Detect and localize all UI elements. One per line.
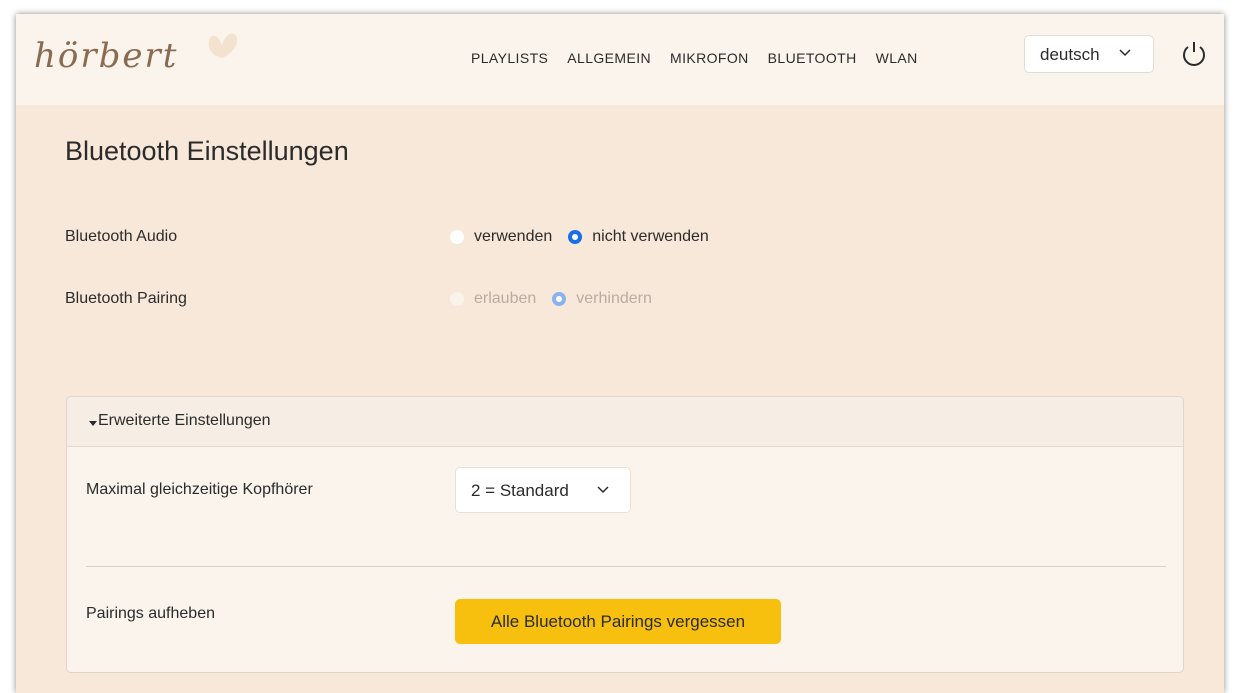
power-icon[interactable] — [1179, 39, 1209, 69]
max-headphones-label: Maximal gleichzeitige Kopfhörer — [86, 481, 313, 498]
radio-verwenden-label[interactable]: verwenden — [474, 228, 552, 246]
nav-wlan[interactable]: WLAN — [876, 50, 918, 70]
advanced-settings-toggle[interactable]: Erweiterte Einstellungen — [67, 397, 1183, 447]
nav-mikrofon[interactable]: MIKROFON — [670, 50, 749, 70]
radio-erlauben — [450, 292, 464, 306]
bluetooth-pairing-radio-group: erlauben verhindern — [450, 290, 668, 308]
bluetooth-audio-label: Bluetooth Audio — [65, 228, 178, 245]
radio-nicht-verwenden-label[interactable]: nicht verwenden — [592, 228, 709, 246]
bluetooth-audio-radio-group: verwenden nicht verwenden — [450, 228, 725, 246]
page-title: Bluetooth Einstellungen — [65, 136, 349, 166]
caret-down-icon — [89, 421, 97, 426]
nav-playlists[interactable]: PLAYLISTS — [471, 50, 548, 70]
radio-verhindern — [552, 292, 567, 306]
pairings-label: Pairings aufheben — [86, 605, 215, 622]
advanced-settings-panel: Erweiterte Einstellungen Maximal gleichz… — [66, 396, 1184, 673]
bluetooth-pairing-label: Bluetooth Pairing — [65, 290, 187, 307]
forget-all-pairings-button[interactable]: Alle Bluetooth Pairings vergessen — [455, 599, 781, 644]
radio-erlauben-label: erlauben — [474, 290, 537, 307]
radio-nicht-verwenden[interactable] — [568, 230, 583, 244]
nav-bluetooth[interactable]: BLUETOOTH — [768, 50, 857, 70]
app-window: hörbert PLAYLISTS ALLGEMEIN MIKROFON BLU… — [16, 14, 1224, 693]
main-nav: PLAYLISTS ALLGEMEIN MIKROFON BLUETOOTH W… — [471, 50, 937, 70]
butterfly-icon — [208, 33, 238, 58]
chevron-down-icon — [597, 486, 609, 494]
logo-text: hörbert — [34, 36, 179, 76]
divider — [86, 566, 1166, 567]
chevron-down-icon — [1119, 49, 1131, 57]
radio-verhindern-label: verhindern — [576, 290, 652, 307]
advanced-settings-title: Erweiterte Einstellungen — [98, 412, 271, 429]
language-select[interactable]: deutsch — [1024, 35, 1154, 73]
max-headphones-select-value: 2 = Standard — [471, 481, 569, 500]
nav-allgemein[interactable]: ALLGEMEIN — [567, 50, 651, 70]
radio-verwenden[interactable] — [450, 230, 464, 244]
top-navigation-bar: hörbert PLAYLISTS ALLGEMEIN MIKROFON BLU… — [16, 14, 1224, 105]
logo[interactable]: hörbert — [34, 28, 238, 88]
language-select-value: deutsch — [1040, 45, 1100, 64]
max-headphones-select[interactable]: 2 = Standard — [455, 467, 631, 513]
